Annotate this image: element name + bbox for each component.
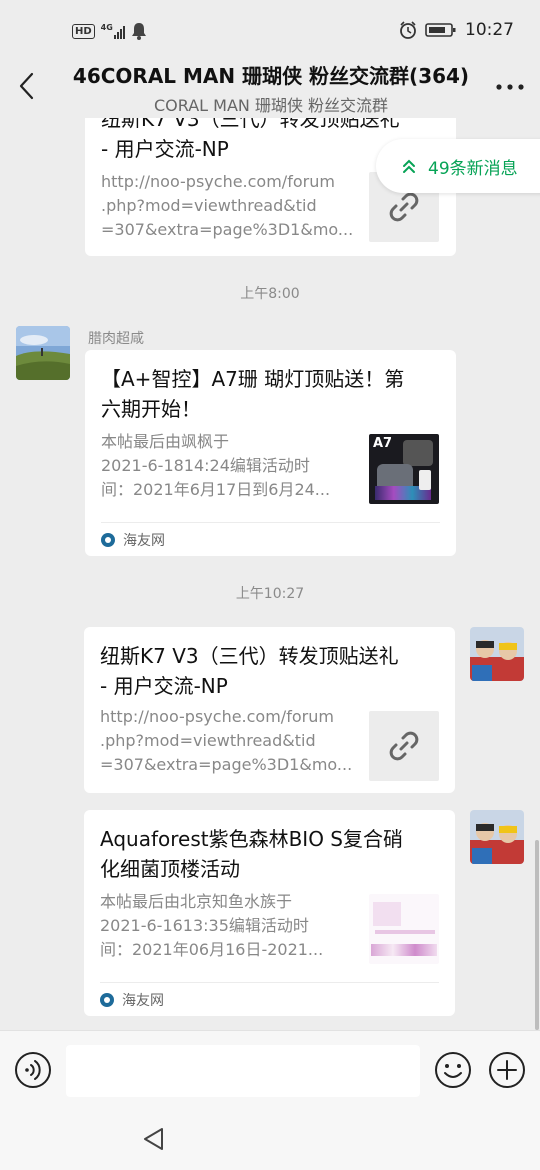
chat-message-list[interactable]: 纽斯K7 V3（三代）转发顶贴送礼 - 用户交流-NP http://noo-p…	[0, 118, 540, 1030]
link-icon	[389, 192, 419, 222]
notification-bell-icon	[131, 23, 146, 40]
card-desc-line: http://noo-psyche.com/forum	[101, 172, 335, 191]
chat-scrollbar[interactable]	[535, 840, 539, 1030]
card-desc-line: 间：2021年06月16日-2021...	[100, 940, 324, 959]
hd-badge: HD	[72, 23, 95, 39]
thumbnail-text: A7	[373, 436, 393, 451]
emoji-button[interactable]	[434, 1051, 472, 1089]
card-divider	[100, 982, 439, 983]
double-chevron-up-icon	[403, 159, 415, 173]
card-desc-line: =307&extra=page%3D1&mo...	[100, 755, 352, 774]
card-title: 【A+智控】A7珊 瑚灯顶贴送！第 六期开始！	[101, 364, 404, 424]
card-desc-line: .php?mod=viewthread&tid	[100, 731, 316, 750]
source-name: 海友网	[122, 993, 164, 1009]
sender-avatar[interactable]	[16, 326, 70, 380]
avatar-photo-image	[470, 810, 524, 864]
card-thumbnail	[369, 711, 439, 781]
card-desc-line: http://noo-psyche.com/forum	[100, 707, 334, 726]
card-description: 本帖最后由北京知鱼水族于 2021-6-1613:35编辑活动时 间：2021年…	[100, 890, 352, 962]
avatar-photo-image	[470, 627, 524, 681]
more-functions-button[interactable]	[488, 1051, 526, 1089]
emoji-icon	[435, 1052, 471, 1088]
card-title-line: - 用户交流-NP	[100, 674, 228, 698]
triangle-back-icon	[144, 1128, 163, 1150]
battery-icon	[425, 23, 456, 37]
card-divider	[101, 522, 440, 523]
message-link-card[interactable]: 纽斯K7 V3（三代）转发顶贴送礼 - 用户交流-NP http://noo-p…	[84, 627, 455, 793]
message-article-card[interactable]: 【A+智控】A7珊 瑚灯顶贴送！第 六期开始！ 本帖最后由飒枫于 2021-6-…	[85, 350, 456, 556]
message-article-card[interactable]: Aquaforest紫色森林BIO S复合硝 化细菌顶楼活动 本帖最后由北京知鱼…	[84, 810, 455, 1016]
new-messages-button[interactable]: 49条新消息	[376, 139, 540, 193]
card-title: 纽斯K7 V3（三代）转发顶贴送礼 - 用户交流-NP	[101, 118, 400, 164]
network-type: 4G	[100, 23, 113, 32]
card-description: 本帖最后由飒枫于 2021-6-1814:24编辑活动时 间：2021年6月17…	[101, 430, 353, 502]
voice-icon	[15, 1052, 51, 1088]
link-icon	[389, 731, 419, 761]
card-title-line: - 用户交流-NP	[101, 137, 229, 161]
card-desc-line: 间：2021年6月17日到6月24...	[101, 480, 331, 499]
sender-name: 腊肉超咸	[88, 331, 144, 347]
system-nav-bar	[0, 1112, 540, 1170]
card-title: 纽斯K7 V3（三代）转发顶贴送礼 - 用户交流-NP	[100, 641, 399, 701]
chat-title: 46CORAL MAN 珊瑚侠 粉丝交流群(364)	[72, 64, 470, 88]
card-desc-line: 2021-6-1814:24编辑活动时	[101, 456, 310, 475]
more-button[interactable]	[494, 72, 526, 102]
card-title-line: 化细菌顶楼活动	[100, 857, 240, 881]
message-input[interactable]	[66, 1045, 420, 1097]
plus-icon	[489, 1052, 525, 1088]
card-desc-line: =307&extra=page%3D1&mo...	[101, 220, 353, 239]
card-thumbnail: A7	[369, 434, 439, 504]
chat-subtitle: CORAL MAN 珊瑚侠 粉丝交流群	[153, 96, 389, 115]
status-bar: HD 4G 10:27	[0, 0, 540, 62]
card-source: 海友网	[101, 530, 165, 550]
card-description: http://noo-psyche.com/forum .php?mod=vie…	[101, 170, 353, 242]
card-desc-line: 本帖最后由北京知鱼水族于	[100, 892, 293, 911]
my-avatar[interactable]	[470, 810, 524, 864]
system-back-button[interactable]	[140, 1125, 168, 1153]
signal-icon: 4G	[101, 23, 125, 39]
source-logo-icon	[100, 993, 114, 1007]
message-timestamp: 上午8:00	[240, 286, 300, 302]
card-source: 海友网	[100, 990, 164, 1010]
card-title-line: 六期开始！	[101, 397, 201, 421]
chevron-left-icon	[19, 72, 34, 100]
my-avatar[interactable]	[470, 627, 524, 681]
card-desc-line: .php?mod=viewthread&tid	[101, 196, 317, 215]
source-name: 海友网	[123, 533, 165, 549]
card-title-line: 【A+智控】A7珊 瑚灯顶贴送！第	[101, 367, 405, 391]
voice-button[interactable]	[14, 1051, 52, 1089]
status-time: 10:27	[465, 20, 514, 40]
avatar-landscape-image	[16, 326, 70, 380]
card-title-line: 纽斯K7 V3（三代）转发顶贴送礼	[100, 644, 399, 668]
card-desc-line: 本帖最后由飒枫于	[101, 432, 230, 451]
alarm-icon	[400, 21, 416, 39]
card-description: http://noo-psyche.com/forum .php?mod=vie…	[100, 705, 352, 777]
card-title-line: Aquaforest紫色森林BIO S复合硝	[100, 827, 403, 851]
input-bar	[0, 1030, 540, 1112]
new-messages-label: 49条新消息	[428, 158, 518, 179]
card-desc-line: 2021-6-1613:35编辑活动时	[100, 916, 309, 935]
more-dots-icon	[496, 84, 524, 90]
card-title-line: 纽斯K7 V3（三代）转发顶贴送礼	[101, 118, 400, 131]
card-title: Aquaforest紫色森林BIO S复合硝 化细菌顶楼活动	[100, 824, 403, 884]
chat-header: 46CORAL MAN 珊瑚侠 粉丝交流群(364) CORAL MAN 珊瑚侠…	[0, 56, 540, 118]
status-left: HD 4G	[72, 22, 147, 40]
message-timestamp: 上午10:27	[235, 586, 305, 602]
card-thumbnail	[369, 894, 439, 964]
back-button[interactable]	[12, 68, 44, 104]
source-logo-icon	[101, 533, 115, 547]
status-right: 10:27	[399, 20, 514, 40]
